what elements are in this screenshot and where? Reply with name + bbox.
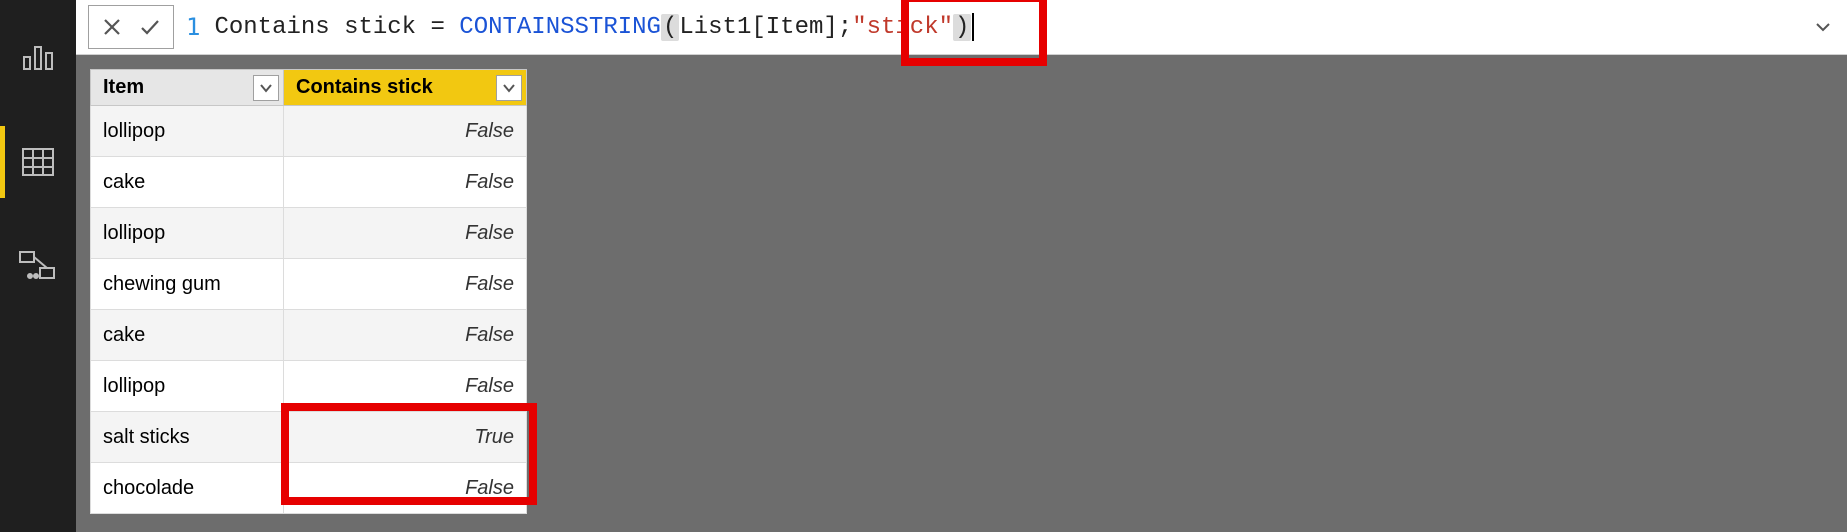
formula-input[interactable]: 1 Contains stick = CONTAINSSTRING(List1[… bbox=[186, 6, 1799, 48]
formula-token: "stick" bbox=[852, 14, 953, 41]
formula-token: List1[Item] bbox=[679, 14, 837, 41]
formula-token: ( bbox=[661, 14, 679, 41]
cell-item[interactable]: lollipop bbox=[91, 106, 284, 157]
column-header-label: Item bbox=[103, 76, 144, 98]
cell-item[interactable]: cake bbox=[91, 310, 284, 361]
chevron-down-icon bbox=[260, 83, 272, 93]
cell-value[interactable]: False bbox=[284, 259, 527, 310]
close-icon bbox=[102, 17, 122, 37]
cell-item[interactable]: lollipop bbox=[91, 208, 284, 259]
cell-item[interactable]: salt sticks bbox=[91, 412, 284, 463]
column-filter-button[interactable] bbox=[253, 75, 279, 101]
cell-item[interactable]: cake bbox=[91, 157, 284, 208]
column-filter-button[interactable] bbox=[496, 75, 522, 101]
formula-token: Contains stick = bbox=[214, 14, 459, 41]
cell-item[interactable]: lollipop bbox=[91, 361, 284, 412]
formula-token: ) bbox=[953, 14, 971, 41]
formula-text: Contains stick = CONTAINSSTRING(List1[It… bbox=[214, 14, 971, 41]
cell-item[interactable]: chocolade bbox=[91, 463, 284, 514]
formula-bar: 1 Contains stick = CONTAINSSTRING(List1[… bbox=[76, 0, 1847, 55]
content-area: 1 Contains stick = CONTAINSSTRING(List1[… bbox=[76, 0, 1847, 532]
cell-value[interactable]: False bbox=[284, 361, 527, 412]
formula-action-box bbox=[88, 5, 174, 49]
column-header[interactable]: Item bbox=[91, 70, 284, 106]
cell-item[interactable]: chewing gum bbox=[91, 259, 284, 310]
cancel-button[interactable] bbox=[99, 14, 125, 40]
nav-report-view[interactable] bbox=[0, 22, 76, 94]
cell-value[interactable]: False bbox=[284, 208, 527, 259]
table-row[interactable]: cakeFalse bbox=[91, 310, 527, 361]
chevron-down-icon bbox=[503, 83, 515, 93]
check-icon bbox=[139, 17, 161, 37]
cell-value[interactable]: True bbox=[284, 412, 527, 463]
formula-token: ; bbox=[838, 14, 852, 41]
table-row[interactable]: chewing gumFalse bbox=[91, 259, 527, 310]
cell-value[interactable]: False bbox=[284, 310, 527, 361]
chevron-down-icon bbox=[1815, 21, 1831, 33]
table-row[interactable]: salt sticksTrue bbox=[91, 412, 527, 463]
table-icon bbox=[21, 147, 55, 177]
left-nav bbox=[0, 0, 76, 532]
model-icon bbox=[18, 250, 58, 282]
cell-value[interactable]: False bbox=[284, 463, 527, 514]
column-header-label: Contains stick bbox=[296, 76, 433, 98]
formula-token: CONTAINSSTRING bbox=[459, 14, 661, 41]
cell-value[interactable]: False bbox=[284, 157, 527, 208]
nav-model-view[interactable] bbox=[0, 230, 76, 302]
table-row[interactable]: lollipopFalse bbox=[91, 361, 527, 412]
column-header[interactable]: Contains stick bbox=[284, 70, 527, 106]
formula-expand-button[interactable] bbox=[1811, 15, 1835, 39]
nav-data-view[interactable] bbox=[0, 126, 76, 198]
data-table: ItemContains stick lollipopFalsecakeFals… bbox=[90, 69, 527, 514]
commit-button[interactable] bbox=[137, 14, 163, 40]
formula-line-number: 1 bbox=[186, 13, 200, 41]
cell-value[interactable]: False bbox=[284, 106, 527, 157]
text-cursor bbox=[972, 13, 974, 41]
table-row[interactable]: chocoladeFalse bbox=[91, 463, 527, 514]
table-row[interactable]: lollipopFalse bbox=[91, 208, 527, 259]
data-grid-area: ItemContains stick lollipopFalsecakeFals… bbox=[76, 55, 1847, 532]
table-row[interactable]: cakeFalse bbox=[91, 157, 527, 208]
bar-chart-icon bbox=[20, 43, 56, 73]
table-row[interactable]: lollipopFalse bbox=[91, 106, 527, 157]
